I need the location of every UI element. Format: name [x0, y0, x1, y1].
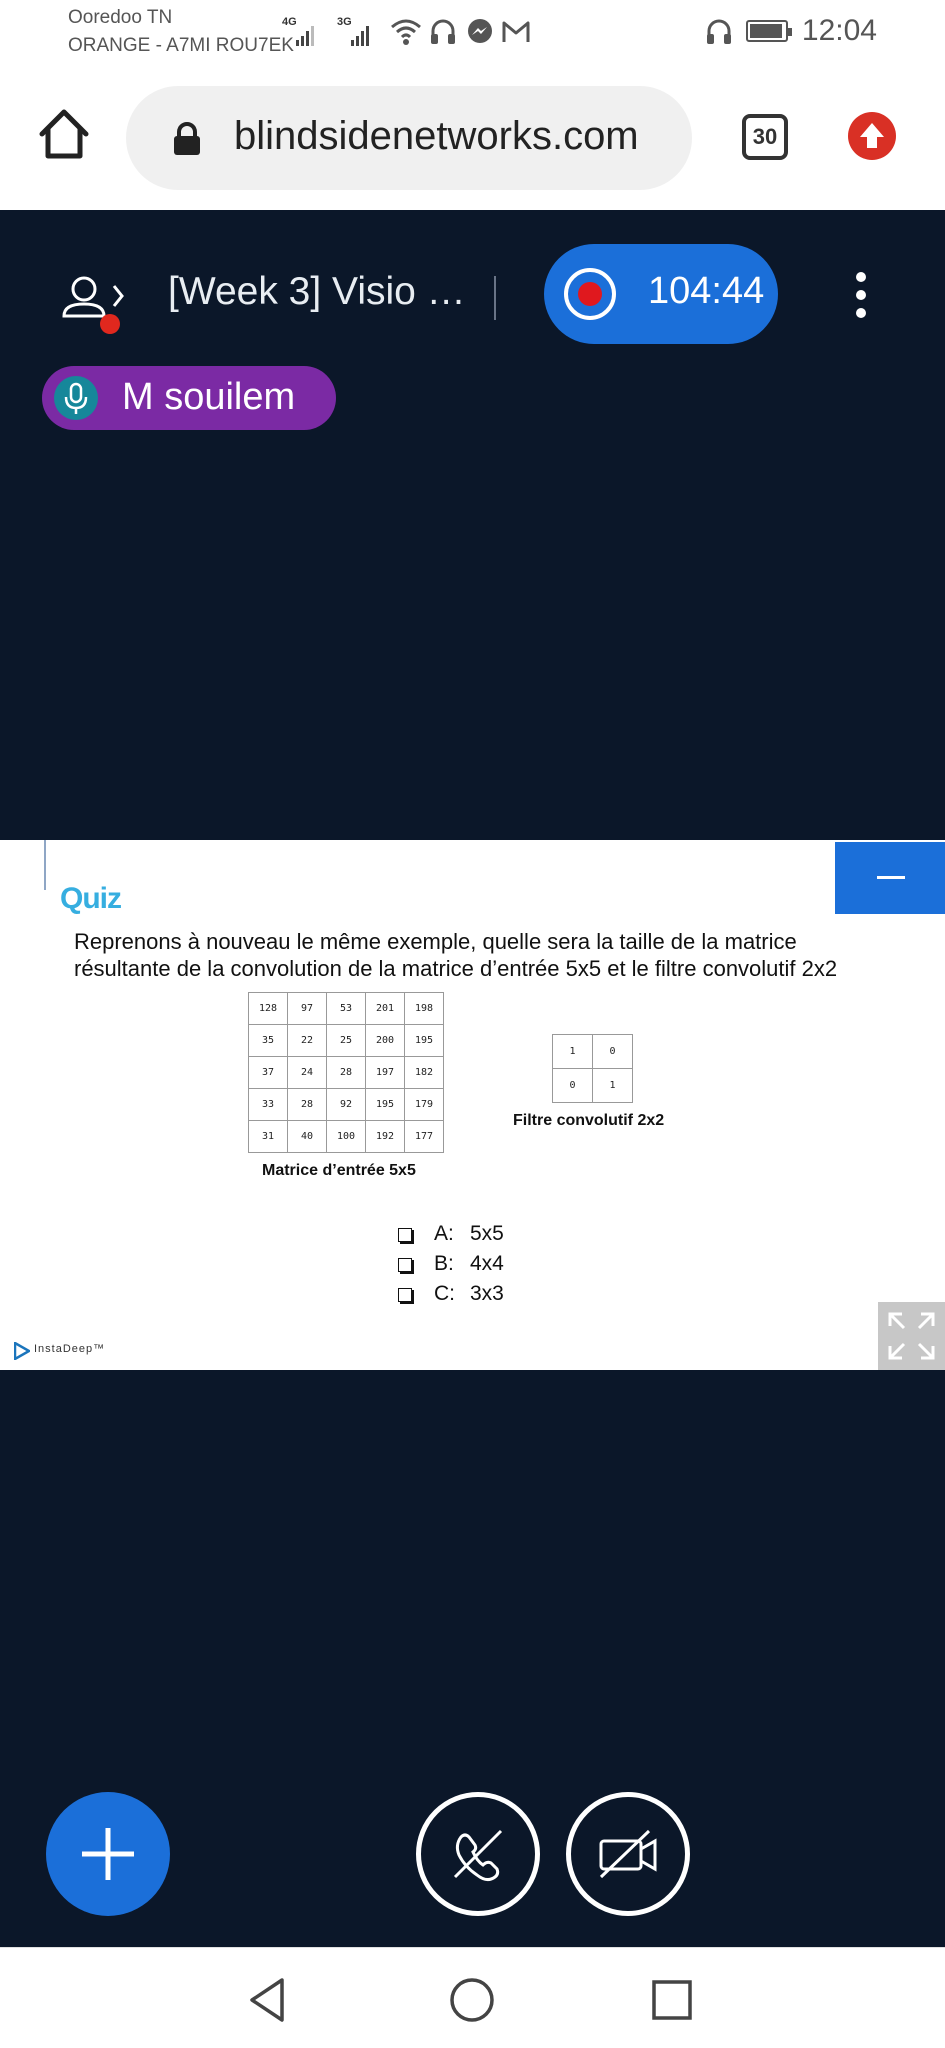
header-divider [494, 276, 496, 320]
more-options-icon[interactable] [848, 272, 874, 322]
matrix-cell: 0 [552, 1068, 593, 1103]
matrix-cell: 28 [326, 1056, 366, 1089]
back-icon[interactable] [246, 1976, 290, 2024]
address-bar[interactable]: blindsidenetworks.com [126, 86, 692, 190]
wifi-icon [391, 19, 421, 45]
play-triangle-icon [14, 1342, 30, 1360]
share-webcam-button[interactable] [566, 1792, 690, 1916]
matrix-cell: 182 [404, 1056, 444, 1089]
update-arrow-icon[interactable] [848, 112, 896, 160]
matrix-cell: 1 [592, 1068, 633, 1103]
record-icon [564, 268, 616, 320]
headphones-icon [431, 19, 455, 44]
matrix-cell: 53 [326, 992, 366, 1025]
matrix-row: 35 22 25 200 195 [248, 1024, 444, 1057]
clock: 12:04 [801, 14, 877, 47]
matrix-cell: 37 [248, 1056, 288, 1089]
input-matrix-caption: Matrice d’entrée 5x5 [262, 1162, 416, 1179]
gmail-icon [502, 21, 530, 42]
url-text: blindsidenetworks.com [234, 114, 639, 158]
matrix-cell: 24 [287, 1056, 327, 1089]
matrix-cell: 128 [248, 992, 288, 1025]
battery-icon [746, 20, 792, 42]
notification-dot [100, 314, 120, 334]
matrix-cell: 197 [365, 1056, 405, 1089]
browser-toolbar: blindsidenetworks.com 30 [0, 72, 945, 210]
camera-off-icon [599, 1829, 657, 1879]
home-circle-icon[interactable] [448, 1976, 496, 2024]
plus-icon[interactable] [46, 1792, 170, 1916]
recent-apps-icon[interactable] [650, 1978, 694, 2022]
minimize-presentation-button[interactable] [835, 842, 945, 914]
matrix-row: 37 24 28 197 182 [248, 1056, 444, 1089]
checkbox-icon [398, 1288, 412, 1302]
slide-heading: Quiz [60, 882, 122, 915]
matrix-cell: 35 [248, 1024, 288, 1057]
slide-cursor [44, 840, 46, 890]
matrix-cell: 31 [248, 1120, 288, 1153]
meeting-title[interactable]: [Week 3] Visio … [168, 270, 466, 314]
messenger-icon [468, 19, 492, 43]
matrix-cell: 179 [404, 1088, 444, 1121]
matrix-row: 1 0 [552, 1034, 633, 1069]
matrix-cell: 25 [326, 1024, 366, 1057]
status-bar: Ooredoo TN ORANGE - A7MI ROU7EK 4G 3G 12… [0, 0, 945, 72]
home-icon[interactable] [36, 106, 92, 162]
matrix-cell: 22 [287, 1024, 327, 1057]
quiz-question: Reprenons à nouveau le même exemple, que… [74, 929, 838, 981]
matrix-cell: 200 [365, 1024, 405, 1057]
matrix-row: 31 40 100 192 177 [248, 1120, 444, 1153]
matrix-cell: 195 [404, 1024, 444, 1057]
matrix-cell: 97 [287, 992, 327, 1025]
matrix-cell: 177 [404, 1120, 444, 1153]
leave-audio-button[interactable] [416, 1792, 540, 1916]
tab-switcher-button[interactable]: 30 [742, 114, 788, 160]
microphone-icon [54, 376, 98, 420]
presentation-slide: Quiz Reprenons à nouveau le même exemple… [0, 840, 945, 1370]
matrix-cell: 0 [592, 1034, 633, 1069]
matrix-cell: 192 [365, 1120, 405, 1153]
matrix-cell: 1 [552, 1034, 593, 1069]
matrix-cell: 201 [365, 992, 405, 1025]
matrix-cell: 100 [326, 1120, 366, 1153]
system-nav-bar [0, 1947, 945, 2048]
phone-off-icon [453, 1829, 503, 1882]
carrier-primary: Ooredoo TN [68, 7, 173, 28]
matrix-cell: 195 [365, 1088, 405, 1121]
matrix-cell: 33 [248, 1088, 288, 1121]
speaker-name: M souilem [122, 376, 296, 418]
recording-button[interactable]: 104:44 [544, 244, 778, 344]
checkbox-icon [398, 1258, 412, 1272]
matrix-row: 33 28 92 195 179 [248, 1088, 444, 1121]
filter-matrix: 1 0 0 1 [552, 1034, 633, 1103]
matrix-cell: 198 [404, 992, 444, 1025]
recording-timer: 104:44 [648, 270, 765, 312]
headphones-icon [707, 19, 731, 44]
fullscreen-icon[interactable] [878, 1302, 945, 1370]
checkbox-icon [398, 1228, 412, 1242]
carrier-secondary: ORANGE - A7MI ROU7EK [68, 35, 294, 56]
matrix-row: 0 1 [552, 1068, 633, 1103]
talking-indicator: M souilem [42, 366, 336, 430]
matrix-cell: 40 [287, 1120, 327, 1153]
matrix-row: 128 97 53 201 198 [248, 992, 444, 1025]
filter-caption: Filtre convolutif 2x2 [513, 1112, 665, 1129]
input-matrix: 128 97 53 201 198 35 22 25 200 195 37 24… [248, 992, 444, 1153]
matrix-cell: 28 [287, 1088, 327, 1121]
lock-icon [174, 122, 200, 155]
matrix-cell: 92 [326, 1088, 366, 1121]
